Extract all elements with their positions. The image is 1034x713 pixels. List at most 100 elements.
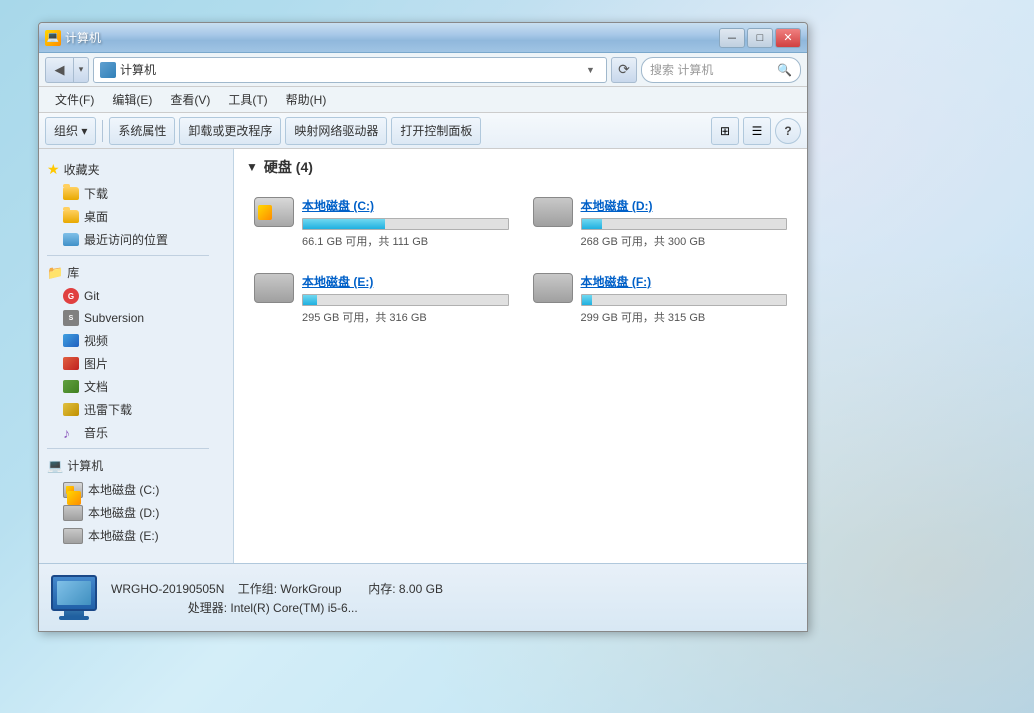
drive-bar-fill-1 bbox=[582, 219, 602, 229]
computer-name: WRGHO-20190505N bbox=[111, 582, 224, 596]
maximize-button[interactable]: □ bbox=[747, 28, 773, 48]
section-title: 硬盘 (4) bbox=[264, 157, 313, 177]
library-header[interactable]: 📁 库 bbox=[39, 260, 217, 285]
favorites-star-icon: ★ bbox=[47, 161, 60, 178]
status-computer-name-line: WRGHO-20190505N 工作组: WorkGroup 内存: 8.00 … bbox=[111, 580, 443, 597]
pc-icon-body bbox=[51, 575, 97, 611]
drive-bar-fill-3 bbox=[582, 295, 592, 305]
drive-name-2[interactable]: 本地磁盘 (E:) bbox=[302, 273, 509, 290]
drive-bar-wrap-2 bbox=[302, 294, 509, 306]
close-button[interactable]: ✕ bbox=[775, 28, 801, 48]
organize-button[interactable]: 组织 ▾ bbox=[45, 117, 96, 145]
git-icon: G bbox=[63, 288, 79, 304]
search-icon[interactable]: 🔍 bbox=[777, 63, 792, 77]
recent-folder-icon bbox=[63, 233, 79, 246]
drive-size-0: 66.1 GB 可用，共 111 GB bbox=[302, 233, 509, 249]
sidebar-item-downloads[interactable]: 下载 bbox=[39, 182, 217, 205]
sidebar-item-image[interactable]: 图片 bbox=[39, 352, 217, 375]
drive-name-0[interactable]: 本地磁盘 (C:) bbox=[302, 197, 509, 214]
section-expand-arrow[interactable]: ▼ bbox=[246, 160, 258, 174]
workgroup-value: WorkGroup bbox=[280, 582, 341, 596]
back-button[interactable]: ◀ bbox=[45, 57, 73, 83]
drive-bar-wrap-3 bbox=[581, 294, 788, 306]
window-icon: 💻 bbox=[45, 30, 61, 46]
system-props-button[interactable]: 系统属性 bbox=[109, 117, 175, 145]
status-info: WRGHO-20190505N 工作组: WorkGroup 内存: 8.00 … bbox=[111, 580, 443, 616]
toolbar-right: ⊞ ☰ ? bbox=[711, 117, 801, 145]
downloads-label: 下载 bbox=[84, 185, 108, 202]
main-area: ★ 收藏夹 下载 桌面 最近访问的位置 📁 bbox=[39, 149, 807, 563]
computer-header[interactable]: 💻 计算机 bbox=[39, 453, 217, 478]
address-input[interactable]: 计算机 ▼ bbox=[93, 57, 607, 83]
drive-info-3: 本地磁盘 (F:) 299 GB 可用，共 315 GB bbox=[581, 273, 788, 325]
map-drive-button[interactable]: 映射网络驱动器 bbox=[285, 117, 387, 145]
title-bar-left: 💻 计算机 bbox=[45, 29, 101, 46]
computer-label: 计算机 bbox=[67, 457, 103, 474]
memory-value: 8.00 GB bbox=[399, 582, 443, 596]
menu-file[interactable]: 文件(F) bbox=[47, 88, 102, 111]
sidebar-item-xunlei[interactable]: 迅雷下载 bbox=[39, 398, 217, 421]
address-dropdown-arrow[interactable]: ▼ bbox=[586, 65, 600, 75]
menu-help[interactable]: 帮助(H) bbox=[278, 88, 335, 111]
drive-name-1[interactable]: 本地磁盘 (D:) bbox=[581, 197, 788, 214]
sidebar-item-c[interactable]: 本地磁盘 (C:) bbox=[39, 478, 217, 501]
drive-icon-2 bbox=[254, 273, 294, 303]
downloads-folder-icon bbox=[63, 187, 79, 200]
sidebar-item-desktop[interactable]: 桌面 bbox=[39, 205, 217, 228]
control-panel-button[interactable]: 打开控制面板 bbox=[391, 117, 481, 145]
window-title: 计算机 bbox=[65, 29, 101, 46]
sidebar-item-d[interactable]: 本地磁盘 (D:) bbox=[39, 501, 217, 524]
drive-item-3[interactable]: 本地磁盘 (F:) 299 GB 可用，共 315 GB bbox=[525, 265, 796, 333]
drive-e-icon bbox=[63, 528, 83, 544]
section-header-row: ▼ 硬盘 (4) bbox=[246, 157, 795, 177]
search-wrap[interactable]: 搜索 计算机 🔍 bbox=[641, 57, 801, 83]
drive-item-2[interactable]: 本地磁盘 (E:) 295 GB 可用，共 316 GB bbox=[246, 265, 517, 333]
view-options-button[interactable]: ⊞ bbox=[711, 117, 739, 145]
sidebar-item-music[interactable]: ♪ 音乐 bbox=[39, 421, 217, 444]
desktop-folder-icon bbox=[63, 210, 79, 223]
menu-view[interactable]: 查看(V) bbox=[162, 88, 218, 111]
minimize-button[interactable]: － bbox=[719, 28, 745, 48]
drive-size-3: 299 GB 可用，共 315 GB bbox=[581, 309, 788, 325]
cpu-value: Intel(R) Core(TM) i5-6... bbox=[230, 601, 357, 615]
sidebar-item-e[interactable]: 本地磁盘 (E:) bbox=[39, 524, 217, 547]
refresh-button[interactable]: ⟳ bbox=[611, 57, 637, 83]
music-icon: ♪ bbox=[63, 425, 79, 441]
doc-label: 文档 bbox=[84, 378, 108, 395]
drive-item-0[interactable]: 本地磁盘 (C:) 66.1 GB 可用，共 111 GB bbox=[246, 189, 517, 257]
toolbar-separator-1 bbox=[102, 120, 103, 142]
svn-icon: S bbox=[63, 310, 79, 326]
sidebar-item-recent[interactable]: 最近访问的位置 bbox=[39, 228, 217, 251]
video-icon bbox=[63, 334, 79, 347]
workgroup-label: 工作组: bbox=[238, 582, 277, 596]
drive-d-icon bbox=[63, 505, 83, 521]
drive-size-2: 295 GB 可用，共 316 GB bbox=[302, 309, 509, 325]
drive-name-3[interactable]: 本地磁盘 (F:) bbox=[581, 273, 788, 290]
help-button[interactable]: ? bbox=[775, 118, 801, 144]
sidebar-divider-1 bbox=[47, 255, 209, 256]
sidebar-divider-2 bbox=[47, 448, 209, 449]
sidebar-item-git[interactable]: G Git bbox=[39, 285, 217, 307]
favorites-header[interactable]: ★ 收藏夹 bbox=[39, 157, 217, 182]
doc-icon bbox=[63, 380, 79, 393]
drive-item-1[interactable]: 本地磁盘 (D:) 268 GB 可用，共 300 GB bbox=[525, 189, 796, 257]
pc-icon bbox=[51, 575, 97, 620]
memory-label: 内存: bbox=[368, 582, 395, 596]
sidebar-item-doc[interactable]: 文档 bbox=[39, 375, 217, 398]
uninstall-button[interactable]: 卸载或更改程序 bbox=[179, 117, 281, 145]
pc-icon-base bbox=[59, 616, 89, 620]
drive-bar-fill-2 bbox=[303, 295, 317, 305]
sidebar-item-video[interactable]: 视频 bbox=[39, 329, 217, 352]
title-bar: 💻 计算机 － □ ✕ bbox=[39, 23, 807, 53]
drive-info-1: 本地磁盘 (D:) 268 GB 可用，共 300 GB bbox=[581, 197, 788, 249]
right-panel: ▼ 硬盘 (4) 本地磁盘 (C:) 66.1 GB 可用，共 111 GB 本… bbox=[234, 149, 807, 563]
sidebar-item-svn[interactable]: S Subversion bbox=[39, 307, 217, 329]
cpu-label: 处理器: bbox=[188, 601, 227, 615]
view-toggle-button[interactable]: ☰ bbox=[743, 117, 771, 145]
drive-size-1: 268 GB 可用，共 300 GB bbox=[581, 233, 788, 249]
drive-info-0: 本地磁盘 (C:) 66.1 GB 可用，共 111 GB bbox=[302, 197, 509, 249]
menu-edit[interactable]: 编辑(E) bbox=[104, 88, 160, 111]
menu-tools[interactable]: 工具(T) bbox=[220, 88, 275, 111]
drive-info-2: 本地磁盘 (E:) 295 GB 可用，共 316 GB bbox=[302, 273, 509, 325]
forward-dropdown[interactable]: ▾ bbox=[73, 57, 89, 83]
